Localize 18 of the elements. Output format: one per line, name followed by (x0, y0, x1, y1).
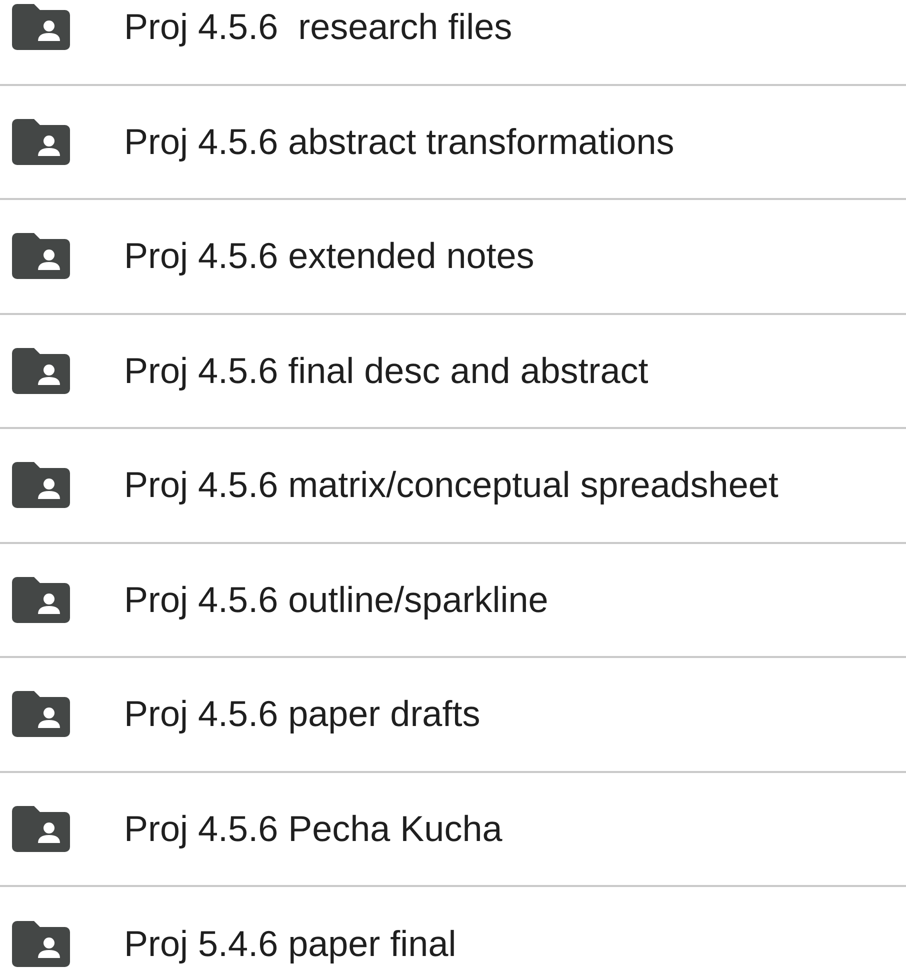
shared-folder-icon (12, 576, 70, 623)
folder-name[interactable]: Proj 4.5.6 matrix/conceptual spreadsheet (124, 464, 778, 506)
shared-folder-icon (12, 462, 70, 508)
folder-name[interactable]: Proj 4.5.6 extended notes (124, 235, 534, 278)
folder-name[interactable]: Proj 4.5.6 abstract transformations (124, 120, 674, 163)
shared-folder-icon (12, 806, 70, 852)
shared-folder-icon (12, 4, 70, 50)
folder-name[interactable]: Proj 4.5.6 research files (124, 6, 512, 48)
folder-name[interactable]: Proj 4.5.6 final desc and abstract (124, 350, 648, 392)
folder-name[interactable]: Proj 4.5.6 paper drafts (124, 693, 480, 736)
shared-folder-icon (12, 921, 70, 968)
folder-name[interactable]: Proj 5.4.6 paper final (124, 923, 456, 966)
shared-folder-icon (12, 233, 70, 280)
shared-folder-icon (12, 348, 70, 394)
folder-name[interactable]: Proj 4.5.6 Pecha Kucha (124, 808, 502, 850)
folder-name[interactable]: Proj 4.5.6 outline/sparkline (124, 578, 548, 621)
shared-folder-icon (12, 691, 70, 738)
shared-folder-icon (12, 118, 70, 165)
